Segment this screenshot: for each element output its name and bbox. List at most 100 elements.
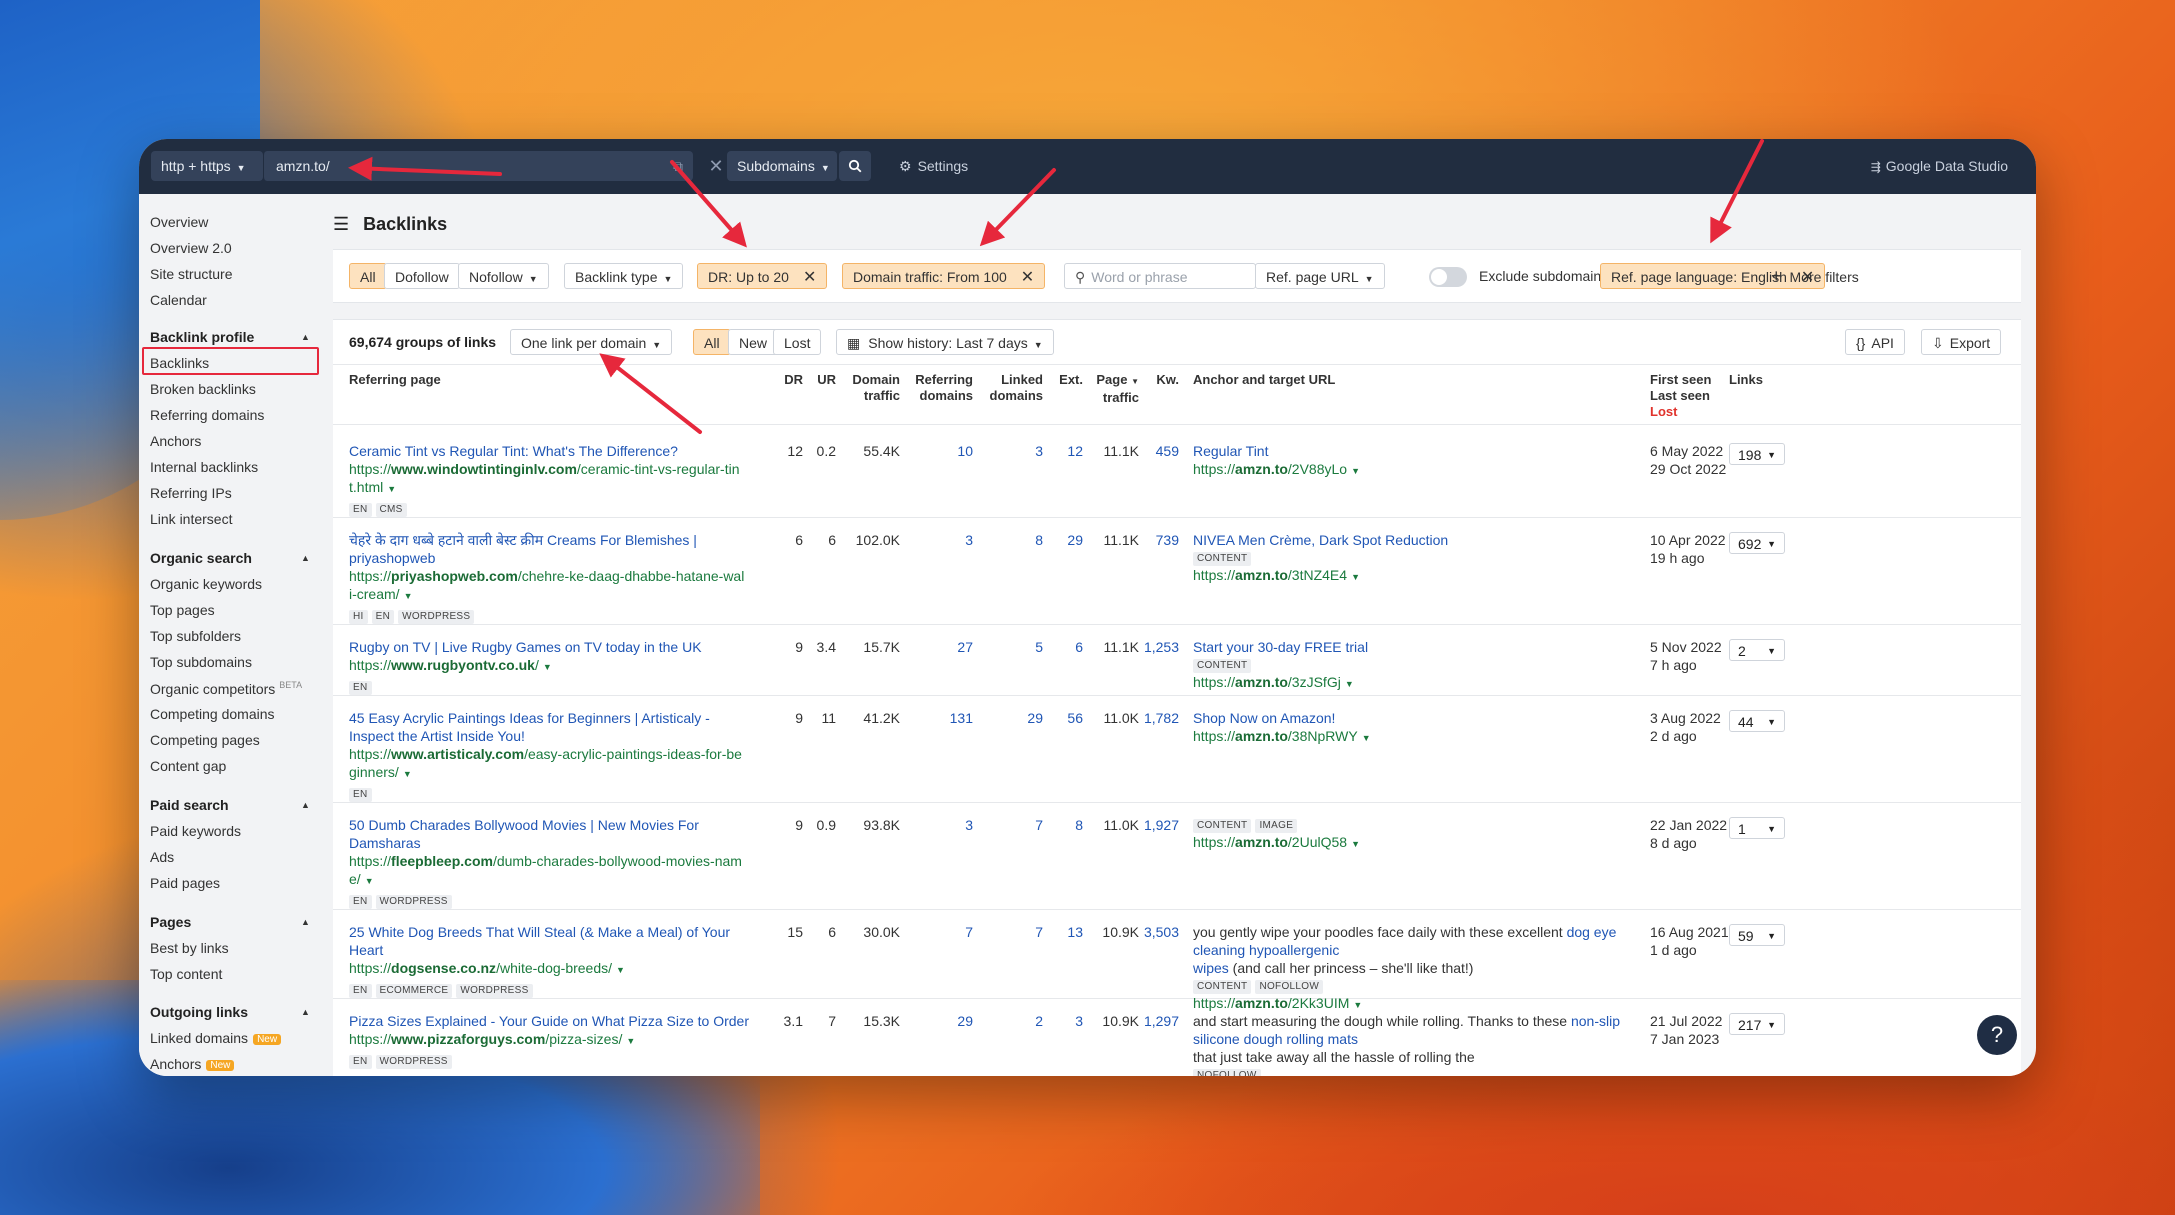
sidebar-item-top-subdomains[interactable]: Top subdomains bbox=[150, 654, 252, 670]
ext-value[interactable]: 12 bbox=[1043, 442, 1083, 460]
domain-traffic-filter[interactable]: Domain traffic: From 100 ✕ bbox=[842, 263, 1046, 289]
target-url[interactable]: https://amzn.to/3zJSfGj ▼ bbox=[1193, 673, 1638, 693]
col-dr[interactable]: DR bbox=[763, 372, 803, 388]
sidebar-item-paid-keywords[interactable]: Paid keywords bbox=[150, 823, 241, 839]
referring-page-url[interactable]: ginners/ ▼ bbox=[349, 763, 749, 783]
ext-value[interactable]: 6 bbox=[1043, 638, 1083, 656]
grouping-select[interactable]: One link per domain ▼ bbox=[510, 329, 673, 355]
sidebar-item-referring-domains[interactable]: Referring domains bbox=[150, 407, 264, 423]
chevron-down-icon[interactable]: ▼ bbox=[543, 662, 552, 672]
linked-domains-value[interactable]: 3 bbox=[973, 442, 1043, 460]
chevron-down-icon[interactable]: ▼ bbox=[626, 1036, 635, 1046]
referring-domains-value[interactable]: 10 bbox=[903, 442, 973, 460]
referring-page-url[interactable]: https://priyashopweb.com/chehre-ke-daag-… bbox=[349, 567, 749, 585]
chevron-down-icon[interactable]: ▼ bbox=[1351, 839, 1360, 849]
referring-page-title[interactable]: Inspect the Artist Inside You! bbox=[349, 727, 749, 745]
keywords-value[interactable]: 1,927 bbox=[1141, 816, 1179, 834]
referring-domains-value[interactable]: 7 bbox=[903, 923, 973, 941]
external-link-icon[interactable]: ⧉ bbox=[673, 151, 683, 181]
target-url[interactable]: https://amzn.to/2UulQ58 ▼ bbox=[1193, 833, 1638, 853]
more-filters-button[interactable]: + More filters bbox=[1771, 267, 1859, 286]
keywords-value[interactable]: 1,253 bbox=[1141, 638, 1179, 656]
sidebar-item-ads[interactable]: Ads bbox=[150, 849, 174, 865]
chevron-down-icon[interactable]: ▼ bbox=[1345, 679, 1354, 689]
google-data-studio-button[interactable]: ⇶ Google Data Studio bbox=[1871, 151, 2008, 182]
chevron-down-icon[interactable]: ▼ bbox=[1351, 572, 1360, 582]
sidebar-item-content-gap[interactable]: Content gap bbox=[150, 758, 226, 774]
referring-page-url[interactable]: e/ ▼ bbox=[349, 870, 749, 890]
collapse-icon[interactable]: ▲ bbox=[301, 332, 310, 342]
chevron-down-icon[interactable]: ▼ bbox=[616, 965, 625, 975]
col-linked-domains[interactable]: Linked domains bbox=[973, 372, 1043, 404]
anchor-link[interactable]: NIVEA Men Crème, Dark Spot Reduction bbox=[1193, 532, 1448, 548]
close-icon[interactable]: ✕ bbox=[1021, 269, 1034, 286]
filter-all-button[interactable]: All bbox=[349, 263, 387, 289]
col-referring-page[interactable]: Referring page bbox=[349, 372, 441, 388]
referring-domains-value[interactable]: 27 bbox=[903, 638, 973, 656]
referring-page-title[interactable]: 45 Easy Acrylic Paintings Ideas for Begi… bbox=[349, 709, 749, 727]
ext-value[interactable]: 3 bbox=[1043, 1012, 1083, 1030]
referring-page-title[interactable]: 25 White Dog Breeds That Will Steal (& M… bbox=[349, 923, 749, 941]
referring-page-title[interactable]: चेहरे के दाग धब्बे हटाने वाली बेस्ट क्री… bbox=[349, 531, 749, 549]
chevron-down-icon[interactable]: ▼ bbox=[365, 876, 374, 886]
sidebar-section-pages[interactable]: Pages bbox=[150, 914, 191, 930]
target-url[interactable]: https://amzn.to/2V88yLo ▼ bbox=[1193, 460, 1638, 480]
col-domain-traffic[interactable]: Domain traffic bbox=[843, 372, 900, 404]
api-button[interactable]: {} API bbox=[1845, 329, 1905, 355]
collapse-icon[interactable]: ▲ bbox=[301, 800, 310, 810]
col-kw[interactable]: Kw. bbox=[1141, 372, 1179, 388]
chevron-down-icon[interactable]: ▼ bbox=[404, 591, 413, 601]
filter-dofollow-button[interactable]: Dofollow bbox=[384, 263, 460, 289]
linked-domains-value[interactable]: 7 bbox=[973, 816, 1043, 834]
links-select[interactable]: 217 ▼ bbox=[1729, 1013, 1785, 1035]
sidebar-section-organic-search[interactable]: Organic search bbox=[150, 550, 252, 566]
sidebar-item-top-content[interactable]: Top content bbox=[150, 966, 222, 982]
referring-page-url[interactable]: https://www.artisticaly.com/easy-acrylic… bbox=[349, 745, 749, 763]
referring-page-title[interactable]: Damsharas bbox=[349, 834, 749, 852]
referring-page-url[interactable]: i-cream/ ▼ bbox=[349, 585, 749, 605]
search-button[interactable] bbox=[839, 151, 871, 181]
col-referring-domains[interactable]: Referring domains bbox=[903, 372, 973, 404]
linked-domains-value[interactable]: 2 bbox=[973, 1012, 1043, 1030]
referring-page-url[interactable]: https://www.pizzaforguys.com/pizza-sizes… bbox=[349, 1030, 749, 1050]
anchor-link[interactable]: Start your 30-day FREE trial bbox=[1193, 639, 1368, 655]
referring-page-title[interactable]: Rugby on TV | Live Rugby Games on TV tod… bbox=[349, 638, 749, 656]
ext-value[interactable]: 8 bbox=[1043, 816, 1083, 834]
help-button[interactable]: ? bbox=[1977, 1015, 2017, 1055]
referring-page-title[interactable]: Pizza Sizes Explained - Your Guide on Wh… bbox=[349, 1012, 749, 1030]
sidebar-item-top-pages[interactable]: Top pages bbox=[150, 602, 215, 618]
referring-page-url[interactable]: t.html ▼ bbox=[349, 478, 749, 498]
referring-domains-value[interactable]: 3 bbox=[903, 531, 973, 549]
referring-page-title[interactable]: Heart bbox=[349, 941, 749, 959]
chevron-down-icon[interactable]: ▼ bbox=[387, 484, 396, 494]
sidebar-section-paid-search[interactable]: Paid search bbox=[150, 797, 229, 813]
keywords-value[interactable]: 3,503 bbox=[1141, 923, 1179, 941]
sidebar-item-referring-ips[interactable]: Referring IPs bbox=[150, 485, 232, 501]
referring-domains-value[interactable]: 131 bbox=[903, 709, 973, 727]
settings-button[interactable]: ⚙ Settings bbox=[899, 151, 968, 181]
referring-page-url[interactable]: https://www.windowtintinginlv.com/cerami… bbox=[349, 460, 749, 478]
referring-page-url[interactable]: https://dogsense.co.nz/white-dog-breeds/… bbox=[349, 959, 749, 979]
url-input[interactable]: amzn.to/⧉ bbox=[263, 151, 693, 181]
anchor-link[interactable]: wipes bbox=[1193, 960, 1229, 976]
sidebar-item-outgoing-anchors[interactable]: Anchors New bbox=[150, 1056, 235, 1072]
sidebar-item-backlinks[interactable]: Backlinks bbox=[150, 355, 209, 371]
history-lost-button[interactable]: Lost bbox=[773, 329, 822, 355]
sidebar-item-overview[interactable]: Overview bbox=[150, 214, 208, 230]
referring-domains-value[interactable]: 3 bbox=[903, 816, 973, 834]
sidebar-item-internal-backlinks[interactable]: Internal backlinks bbox=[150, 459, 258, 475]
ext-value[interactable]: 56 bbox=[1043, 709, 1083, 727]
history-new-button[interactable]: New bbox=[728, 329, 779, 355]
col-anchor[interactable]: Anchor and target URL bbox=[1193, 372, 1335, 388]
collapse-icon[interactable]: ▲ bbox=[301, 1007, 310, 1017]
mode-select[interactable]: Subdomains ▼ bbox=[727, 151, 837, 181]
anchor-link[interactable]: Shop Now on Amazon! bbox=[1193, 710, 1335, 726]
collapse-icon[interactable]: ▲ bbox=[301, 553, 310, 563]
export-button[interactable]: ⇩ Export bbox=[1921, 329, 2002, 355]
backlink-type-select[interactable]: Backlink type ▼ bbox=[564, 263, 684, 289]
exclude-subdomains-toggle[interactable] bbox=[1429, 267, 1467, 287]
sidebar-item-top-subfolders[interactable]: Top subfolders bbox=[150, 628, 241, 644]
sidebar-item-competing-pages[interactable]: Competing pages bbox=[150, 732, 260, 748]
history-all-button[interactable]: All bbox=[693, 329, 731, 355]
col-links[interactable]: Links bbox=[1729, 372, 1763, 388]
